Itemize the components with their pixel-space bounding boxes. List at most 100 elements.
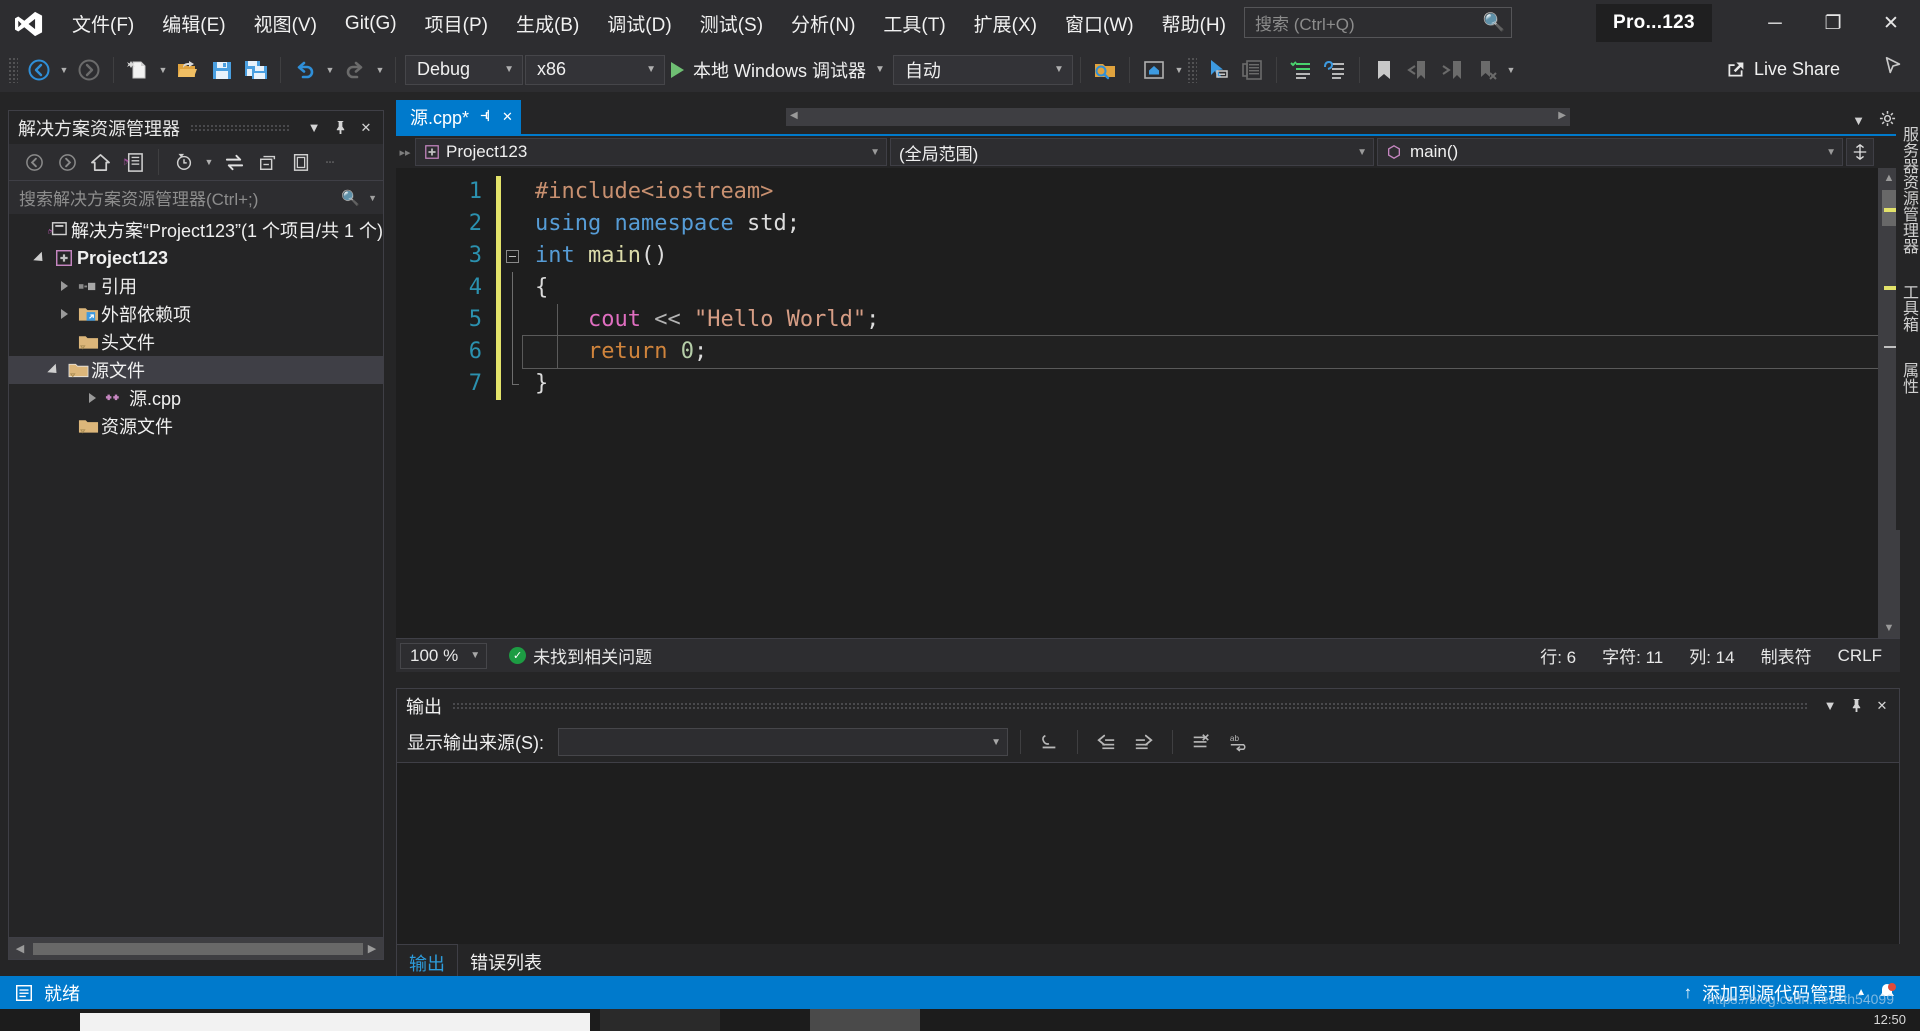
- new-file-button[interactable]: [121, 52, 155, 88]
- navigate-forward-button[interactable]: [72, 52, 106, 88]
- pending-changes-icon[interactable]: [168, 147, 199, 177]
- bottom-tab-error-list[interactable]: 错误列表: [458, 944, 554, 980]
- redo-button[interactable]: [338, 52, 372, 88]
- tree-item-external-deps[interactable]: 外部依赖项: [9, 300, 383, 328]
- code-folding-margin[interactable]: [501, 168, 523, 638]
- code-editor[interactable]: 1 2 3 4 5 6 7 #include<iostream> using n…: [396, 168, 1900, 638]
- undo-dropdown[interactable]: ▼: [322, 65, 338, 75]
- code-line-3[interactable]: int main(): [523, 240, 1900, 272]
- notifications-bell-icon[interactable]: [1876, 981, 1900, 1005]
- menu-project[interactable]: 项目(P): [411, 0, 502, 47]
- nav-member-combo[interactable]: main() ▼: [1377, 138, 1843, 166]
- solution-explorer-search[interactable]: 搜索解决方案资源管理器(Ctrl+;) 🔍 ▼: [9, 180, 383, 214]
- minimize-button[interactable]: ─: [1746, 0, 1804, 47]
- open-file-button[interactable]: [171, 52, 205, 88]
- redo-dropdown[interactable]: ▼: [372, 65, 388, 75]
- close-button[interactable]: ✕: [1862, 0, 1920, 47]
- hscroll-track[interactable]: [31, 937, 363, 960]
- code-line-2[interactable]: using namespace std;: [523, 208, 1900, 240]
- menu-test[interactable]: 测试(S): [686, 0, 777, 47]
- scroll-right-icon[interactable]: ▶: [1558, 110, 1566, 121]
- tree-item-source-files[interactable]: 源文件: [9, 356, 383, 384]
- previous-bookmark-icon[interactable]: [1401, 52, 1435, 88]
- twisty-expanded-icon[interactable]: [29, 251, 51, 265]
- twisty-expanded-icon[interactable]: [43, 363, 65, 377]
- scroll-left-icon[interactable]: ◀: [790, 110, 798, 121]
- twisty-collapsed-icon[interactable]: [53, 309, 75, 319]
- issue-status[interactable]: ✓ 未找到相关问题: [509, 643, 652, 668]
- output-source-combo[interactable]: ▼: [558, 728, 1008, 756]
- send-feedback-icon[interactable]: [1882, 55, 1904, 82]
- home-page-dropdown[interactable]: ▼: [1171, 65, 1187, 75]
- home-icon[interactable]: [85, 147, 116, 177]
- live-share-button[interactable]: Live Share: [1715, 53, 1850, 85]
- collapse-all-icon[interactable]: [252, 147, 283, 177]
- twisty-collapsed-icon[interactable]: [81, 393, 103, 403]
- panel-drag-handle[interactable]: [190, 124, 291, 131]
- chevron-down-icon[interactable]: ▼: [1852, 113, 1865, 128]
- taskbar-item[interactable]: [600, 1009, 720, 1031]
- nav-scope-combo[interactable]: (全局范围) ▼: [890, 138, 1374, 166]
- code-line-4[interactable]: {: [523, 272, 1900, 304]
- solution-explorer-view-icon[interactable]: [118, 147, 149, 177]
- solution-configuration-combo[interactable]: Debug ▼: [405, 54, 523, 85]
- pin-icon[interactable]: [327, 115, 353, 141]
- scroll-right-icon[interactable]: ▶: [361, 942, 383, 955]
- navigate-backward-button[interactable]: [22, 52, 56, 88]
- chevron-up-icon[interactable]: ▲: [1856, 987, 1866, 998]
- nav-project-combo[interactable]: Project123 ▼: [415, 138, 887, 166]
- chevron-down-icon[interactable]: ▼: [1817, 693, 1843, 719]
- code-line-5[interactable]: cout << "Hello World";: [523, 304, 1900, 336]
- toolbar-grip[interactable]: [8, 56, 18, 83]
- dock-properties[interactable]: 属性: [1893, 352, 1920, 404]
- go-to-next-message-icon[interactable]: [1128, 727, 1160, 757]
- undo-button[interactable]: [288, 52, 322, 88]
- menu-analyze[interactable]: 分析(N): [777, 0, 869, 47]
- global-search-input[interactable]: 搜索 (Ctrl+Q) 🔍: [1244, 7, 1512, 38]
- pin-icon[interactable]: [1843, 693, 1869, 719]
- menu-extensions[interactable]: 扩展(X): [960, 0, 1051, 47]
- solution-explorer-hscrollbar[interactable]: ◀ ▶: [9, 937, 383, 960]
- start-debugging-button[interactable]: 本地 Windows 调试器 ▼: [665, 52, 891, 88]
- dock-toolbox[interactable]: 工具箱: [1893, 274, 1920, 342]
- menu-file[interactable]: 文件(F): [58, 0, 148, 47]
- pin-icon[interactable]: [479, 109, 492, 125]
- tree-item-project[interactable]: Project123: [9, 244, 383, 272]
- search-in-files-icon[interactable]: [1088, 52, 1122, 88]
- twisty-collapsed-icon[interactable]: [53, 281, 75, 291]
- new-file-dropdown[interactable]: ▼: [155, 65, 171, 75]
- next-bookmark-icon[interactable]: [1435, 52, 1469, 88]
- toolbar-overflow-button[interactable]: ▼: [1503, 65, 1519, 75]
- menu-window[interactable]: 窗口(W): [1051, 0, 1148, 47]
- tree-item-header-files[interactable]: 头文件: [9, 328, 383, 356]
- properties-icon[interactable]: [285, 147, 316, 177]
- sync-icon[interactable]: [219, 147, 250, 177]
- dock-server-explorer[interactable]: 服务器资源管理器: [1893, 116, 1920, 264]
- add-to-source-control-label[interactable]: 添加到源代码管理: [1702, 980, 1846, 1006]
- close-icon[interactable]: ✕: [1869, 693, 1895, 719]
- menu-edit[interactable]: 编辑(E): [148, 0, 239, 47]
- uncomment-lines-icon[interactable]: [1318, 52, 1352, 88]
- scroll-down-icon[interactable]: ▼: [1878, 618, 1900, 638]
- close-icon[interactable]: ✕: [502, 109, 513, 125]
- save-all-button[interactable]: [239, 52, 273, 88]
- fold-toggle-main[interactable]: [501, 240, 523, 272]
- navbar-grip[interactable]: ▸▸: [398, 146, 412, 159]
- clear-bookmarks-icon[interactable]: [1469, 52, 1503, 88]
- save-button[interactable]: [205, 52, 239, 88]
- menu-view[interactable]: 视图(V): [240, 0, 331, 47]
- close-icon[interactable]: ✕: [353, 115, 379, 141]
- hscroll-thumb[interactable]: [33, 942, 363, 955]
- tree-item-source-cpp[interactable]: 源.cpp: [9, 384, 383, 412]
- toggle-bookmark-icon[interactable]: [1367, 52, 1401, 88]
- menu-help[interactable]: 帮助(H): [1148, 0, 1240, 47]
- bottom-tab-output[interactable]: 输出: [396, 944, 458, 980]
- project-name-chip[interactable]: Pro...123: [1596, 4, 1712, 42]
- output-text-body[interactable]: [397, 762, 1899, 959]
- editor-tab-source-cpp[interactable]: 源.cpp* ✕: [396, 100, 521, 134]
- menu-tools[interactable]: 工具(T): [869, 0, 959, 47]
- home-page-icon[interactable]: [1137, 52, 1171, 88]
- tree-item-solution[interactable]: 解决方案“Project123”(1 个项目/共 1 个): [9, 216, 383, 244]
- pointer-select-icon[interactable]: [1201, 52, 1235, 88]
- go-to-previous-message-icon[interactable]: [1090, 727, 1122, 757]
